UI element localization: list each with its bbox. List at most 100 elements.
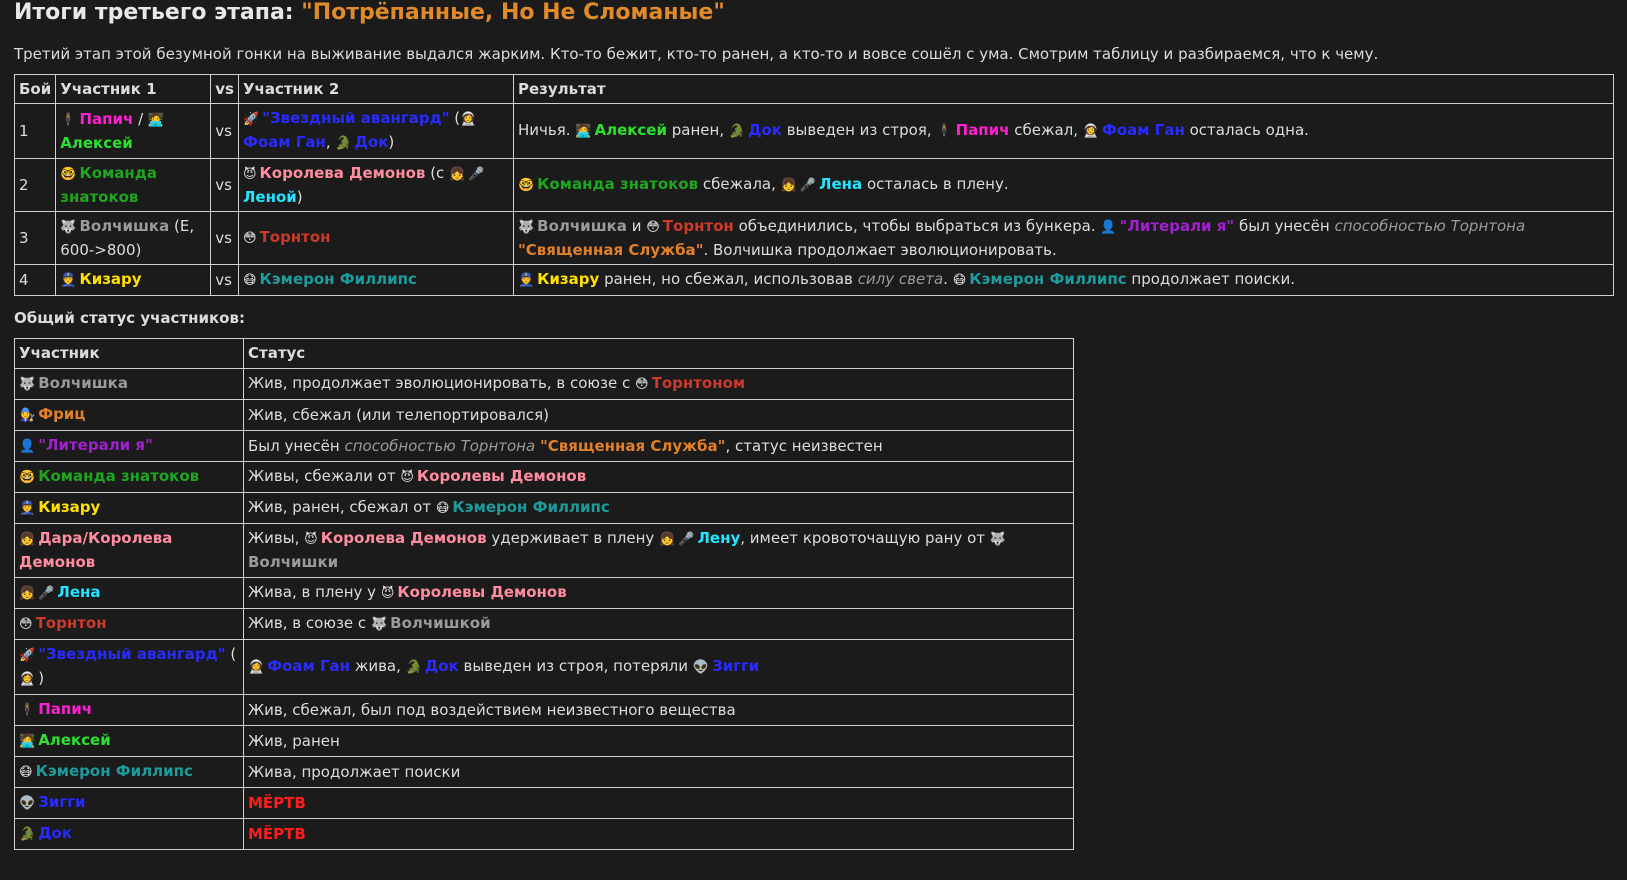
text-segment: . [943, 270, 953, 288]
emoji-icon: 🕴 [19, 703, 36, 718]
text-segment: . Волчишка продолжает эволюционировать. [703, 241, 1057, 259]
emoji-icon: 😳 [242, 231, 257, 246]
participant-cell: 👧 🎤 Лена [14, 577, 244, 609]
emoji-icon: 🐺 [370, 617, 388, 632]
text-segment: Фриц [38, 405, 86, 423]
text-segment: Алексей [594, 121, 667, 139]
emoji-icon: 🧑‍💻 [575, 124, 592, 139]
table-row: 🧑‍💻 Алексей Жив, ранен [14, 725, 1074, 757]
status-cell: Живы, сбежали от 😈 Королевы Демонов [243, 461, 1074, 493]
text-segment: Жива, в плену у [248, 583, 377, 601]
status-cell: Жива, продолжает поиски [243, 756, 1074, 788]
text-segment: ранен, [671, 121, 725, 139]
emoji-icon: 🧑‍💻 [19, 734, 36, 749]
participant-cell: 👤 "Литерали я" [14, 430, 244, 462]
text-segment: Кэмерон Филлипс [35, 762, 193, 780]
participant-cell: 🐺 Волчишка [14, 368, 244, 400]
text-segment: был унесён [1239, 217, 1330, 235]
header-participant-1: Участник 1 [55, 74, 212, 104]
participant-cell: 🧑‍💻 Алексей [14, 725, 244, 757]
text-segment: осталась в плену. [866, 175, 1009, 193]
emoji-icon: 🤓 [60, 167, 77, 182]
battle-number: 1 [13, 103, 57, 159]
status-cell: Жив, в союзе с 🐺 Волчишкой [243, 608, 1074, 640]
text-segment: Живы, сбежали от [248, 467, 396, 485]
text-segment: сбежала, [702, 175, 776, 193]
text-segment: Лену [697, 529, 741, 547]
text-segment: Фоам Ган [242, 133, 326, 151]
table-row: 👮 Кизару Жив, ранен, сбежал от 😷 Кэмерон Фи… [14, 492, 1074, 524]
text-segment: удерживает в плену [491, 529, 655, 547]
status-cell: Жив, ранен, сбежал от 😷 Кэмерон Филлипс [243, 492, 1074, 524]
status-table-body: 🐺 Волчишка Жив, продолжает эволюционироват… [14, 368, 1074, 850]
emoji-icon: 👩‍🚀 [19, 672, 36, 687]
emoji-icon: 🐺 [517, 220, 535, 235]
text-segment: Торнтон [662, 217, 734, 235]
table-row: 🧑‍🔧 Фриц Жив, сбежал (или телепортировался… [14, 399, 1074, 431]
emoji-icon: 😈 [380, 586, 395, 601]
table-row: 👽 Зигги МЁРТВ [14, 787, 1074, 819]
emoji-icon: 🎤 [468, 167, 485, 182]
text-segment: Волчишки [248, 553, 339, 571]
battle-results-table: Бой Участник 1 vs Участник 2 Результат 1… [13, 74, 1615, 296]
emoji-icon: 🐺 [989, 532, 1007, 547]
emoji-icon: 😈 [242, 167, 257, 182]
table-header-row: Бой Участник 1 vs Участник 2 Результат [13, 74, 1615, 104]
result-cell: Ничья. 🧑‍💻 Алексей ранен, 🐊 Док выведен из… [512, 103, 1615, 159]
text-segment: Док [424, 657, 459, 675]
text-segment: Жива, продолжает поиски [248, 762, 461, 781]
text-segment: Волчишка [38, 374, 128, 392]
text-segment: Папич [38, 700, 93, 718]
text-segment: "Литерали я" [1119, 217, 1235, 235]
text-segment: Кэмерон Филлипс [259, 270, 417, 288]
text-segment: жива, [354, 657, 401, 675]
emoji-icon: 👤 [1100, 220, 1117, 235]
title-prefix: Итоги третьего этапа: [14, 0, 302, 25]
text-segment: Волчишка [537, 217, 627, 235]
result-cell: 🤓 Команда знатоков сбежала, 👧 🎤 Лена остала… [512, 158, 1615, 212]
text-segment: "Звездный авангард" [38, 645, 226, 663]
status-table: Участник Статус 🐺 Волчишка Жив, продолжает… [14, 338, 1074, 850]
emoji-icon: 🐊 [335, 136, 352, 151]
participant-1-cell: 🐺 Волчишка (Е, 600->800) [55, 211, 212, 265]
emoji-icon: 😳 [19, 617, 33, 632]
participant-cell: 😷 Кэмерон Филлипс [14, 756, 244, 788]
text-segment: осталась одна. [1189, 121, 1309, 139]
status-cell: Был унесён способностью Торнтона "Священ… [243, 430, 1074, 462]
emoji-icon: 🕴 [936, 124, 953, 139]
vs-cell: vs [210, 103, 239, 159]
result-cell: 👮 Кизару ранен, но сбежал, использовав си… [512, 264, 1615, 296]
header-battle: Бой [13, 74, 57, 104]
text-segment: объединились, чтобы выбраться из бункера… [738, 217, 1096, 235]
text-segment: Волчишкой [390, 614, 491, 632]
text-segment: сбежал, [1014, 121, 1079, 139]
text-segment: Команда знатоков [537, 175, 699, 193]
text-segment: Королевы Демонов [416, 467, 587, 485]
emoji-icon: 🤓 [19, 470, 36, 485]
emoji-icon: 🤓 [517, 178, 535, 193]
status-cell: Жива, в плену у 😈 Королевы Демонов [243, 577, 1074, 609]
text-segment: , имеет кровоточащую рану от [740, 529, 986, 547]
text-segment: Команда знатоков [38, 467, 200, 485]
emoji-icon: 😷 [435, 501, 450, 516]
emoji-icon: 🕴 [60, 113, 77, 128]
text-segment: ( [230, 645, 237, 663]
emoji-icon: 😷 [19, 765, 33, 780]
text-segment: силу света [857, 270, 944, 288]
participant-cell: 🤓 Команда знатоков [14, 461, 244, 493]
participant-2-cell: 😷 Кэмерон Филлипс [237, 264, 514, 296]
emoji-icon: 🐺 [19, 377, 36, 392]
text-segment: Кизару [79, 270, 142, 288]
text-segment: МЁРТВ [248, 793, 306, 812]
text-segment: Королева Демонов [259, 164, 426, 182]
text-segment: Жив, ранен [248, 731, 340, 750]
emoji-icon: 👧 [19, 586, 36, 601]
participant-cell: 😳 Торнтон [14, 608, 244, 640]
text-segment: "Священная Служба" [517, 241, 704, 259]
text-segment: Торнтон [259, 228, 331, 246]
page: Итоги третьего этапа: "Потрёпанные, Но Н… [0, 0, 1627, 850]
vs-cell: vs [210, 211, 239, 265]
text-segment: Живы, [248, 529, 300, 547]
participant-cell: 🚀 "Звездный авангард" (👩‍🚀) [14, 639, 244, 695]
vs-cell: vs [210, 264, 239, 296]
